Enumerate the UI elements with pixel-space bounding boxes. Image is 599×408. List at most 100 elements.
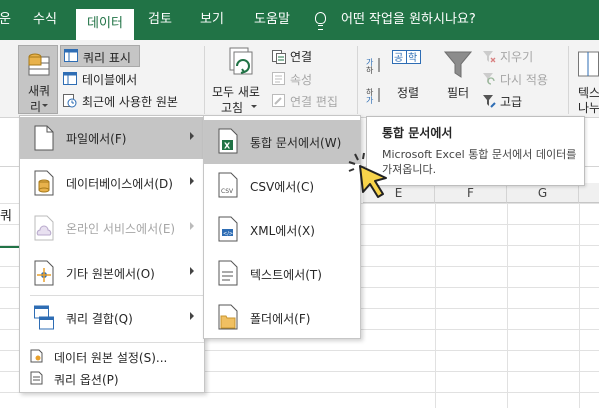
cell-stub-text: 쿼 (0, 209, 12, 224)
grid-line (579, 203, 580, 408)
svg-text:가: 가 (366, 96, 374, 104)
combine-queries-icon (34, 305, 54, 330)
text-file-icon (218, 260, 238, 286)
menu-item-label: 쿼리 옵션(P) (54, 373, 119, 387)
tooltip-description: Microsoft Excel 통합 문서에서 데이터를 가져옵니다. (382, 148, 577, 176)
menu-separator (30, 295, 204, 296)
column-header-h-partial[interactable] (579, 183, 599, 203)
selected-cell-border (0, 224, 19, 248)
grid-line (507, 203, 508, 408)
menu-item-label: 파일에서(F) (66, 132, 127, 146)
chevron-right-icon (190, 312, 194, 320)
refresh-all-label-1[interactable]: 모두 새로 (212, 83, 260, 100)
from-workbook-tooltip: 통합 문서에서 Microsoft Excel 통합 문서에서 데이터를 가져옵… (366, 116, 585, 186)
reapply-button[interactable]: 다시 적용 (500, 71, 548, 88)
options-doc-icon (30, 371, 43, 385)
text-to-columns-icon[interactable] (578, 50, 599, 78)
svg-text:공: 공 (394, 52, 403, 64)
database-table-icon (28, 53, 50, 76)
submenu-item-label: 폴더에서(F) (250, 312, 311, 326)
tab-formulas[interactable]: 수식 (24, 9, 66, 31)
advanced-filter-icon (483, 95, 496, 108)
filter-button[interactable]: 필터 (447, 84, 469, 101)
show-queries-button[interactable]: 쿼리 표시 (60, 45, 140, 67)
chevron-right-icon (190, 222, 194, 230)
advanced-button[interactable]: 고급 (500, 93, 522, 110)
menu-item-from-file[interactable]: 파일에서(F) (20, 117, 204, 159)
submenu-item-from-text[interactable]: 텍스트에서(T) (204, 252, 360, 296)
connections-button[interactable]: 연결 (290, 48, 312, 65)
submenu-item-label: 텍스트에서(T) (250, 268, 322, 282)
submenu-item-from-workbook[interactable]: X 통합 문서에서(W) (204, 120, 360, 164)
reapply-icon (483, 73, 495, 85)
edit-links-button[interactable]: 연결 편집 (290, 93, 338, 110)
submenu-item-from-csv[interactable]: CSV CSV에서(C) (204, 164, 360, 208)
new-query-label-2: 리 (30, 100, 42, 114)
recent-sources-button[interactable]: 최근에 사용한 원본 (82, 93, 178, 110)
submenu-item-from-xml[interactable]: </> XML에서(X) (204, 208, 360, 252)
database-icon (34, 170, 54, 196)
chevron-right-icon (190, 132, 194, 140)
chevron-right-icon (190, 267, 194, 275)
chevron-down-icon (251, 105, 257, 108)
svg-text:학: 학 (408, 52, 417, 64)
from-table-button[interactable]: 테이블에서 (82, 71, 137, 88)
tooltip-title: 통합 문서에서 (382, 126, 453, 140)
menu-item-from-other-sources[interactable]: 기타 원본에서(O) (20, 252, 204, 294)
tell-me-text: 어떤 작업을 원하시나요? (341, 12, 476, 27)
submenu-item-from-folder[interactable]: 폴더에서(F) (204, 296, 360, 340)
svg-text:X: X (224, 142, 231, 151)
menu-item-from-online-services[interactable]: 온라인 서비스에서(E) (20, 207, 204, 249)
text-to-columns-label-2[interactable]: 나누 (578, 99, 599, 116)
properties-button[interactable]: 속성 (290, 71, 312, 88)
chevron-down-icon (42, 104, 48, 107)
tab-help[interactable]: 도움말 (246, 9, 298, 31)
menu-item-label: 데이터 원본 설정(S)... (54, 351, 168, 365)
menu-item-from-database[interactable]: 데이터베이스에서(D) (20, 162, 204, 204)
table-icon (63, 72, 77, 85)
tab-data[interactable]: 데이터 (76, 9, 134, 40)
ribbon-group-separator (568, 46, 569, 114)
sort-button[interactable]: 정렬 (397, 84, 419, 101)
submenu-item-label: XML에서(X) (250, 224, 315, 238)
submenu-item-label: 통합 문서에서(W) (250, 136, 342, 150)
edit-links-icon (272, 94, 285, 107)
tab-review[interactable]: 검토 (140, 9, 180, 31)
tab-layout-partial[interactable]: 운 (0, 9, 14, 31)
menu-separator (30, 342, 204, 343)
new-query-menu: 파일에서(F) 데이터베이스에서(D) 온라인 서비스에서(E) 기타 원본에서… (19, 115, 205, 393)
menu-item-data-source-settings[interactable]: 데이터 원본 설정(S)... (20, 345, 204, 367)
menu-item-label: 데이터베이스에서(D) (66, 177, 173, 191)
svg-text:CSV: CSV (221, 188, 234, 195)
sort-descending-icon[interactable]: 하 가 (366, 86, 382, 104)
settings-doc-icon (30, 349, 43, 363)
ribbon-tab-bar: 운 수식 데이터 검토 보기 도움말 어떤 작업을 원하시나요? (0, 0, 599, 40)
clear-button[interactable]: 지우기 (500, 48, 533, 65)
click-cursor-icon (348, 152, 387, 198)
cloud-icon (34, 215, 54, 241)
recent-sources-icon (63, 94, 77, 108)
xml-file-icon: </> (218, 216, 238, 242)
new-query-button[interactable]: 새쿼 리 (18, 45, 58, 114)
tab-view[interactable]: 보기 (192, 9, 232, 31)
lightbulb-icon (315, 12, 326, 30)
properties-icon (272, 72, 285, 85)
show-queries-label: 쿼리 표시 (83, 51, 131, 65)
folder-icon (218, 304, 238, 330)
ribbon-group-separator (204, 46, 205, 114)
filter-funnel-icon[interactable] (443, 50, 473, 80)
refresh-all-icon[interactable] (225, 46, 257, 80)
clear-filter-icon (483, 51, 496, 63)
svg-text:하: 하 (366, 65, 374, 74)
menu-item-label: 온라인 서비스에서(E) (66, 222, 176, 236)
sort-ascending-icon[interactable]: 가 하 (366, 56, 382, 74)
sort-dialog-icon[interactable]: 공 학 (392, 50, 422, 78)
menu-item-query-options[interactable]: 쿼리 옵션(P) (20, 367, 204, 389)
menu-item-combine-queries[interactable]: 쿼리 결합(Q) (20, 297, 204, 339)
column-header-f[interactable]: F (435, 183, 507, 203)
menu-item-label: 기타 원본에서(O) (66, 267, 155, 281)
submenu-item-label: CSV에서(C) (250, 180, 315, 194)
refresh-all-label-2[interactable]: 고침 (221, 99, 243, 116)
other-sources-icon (34, 260, 54, 286)
column-header-g[interactable]: G (507, 183, 579, 203)
